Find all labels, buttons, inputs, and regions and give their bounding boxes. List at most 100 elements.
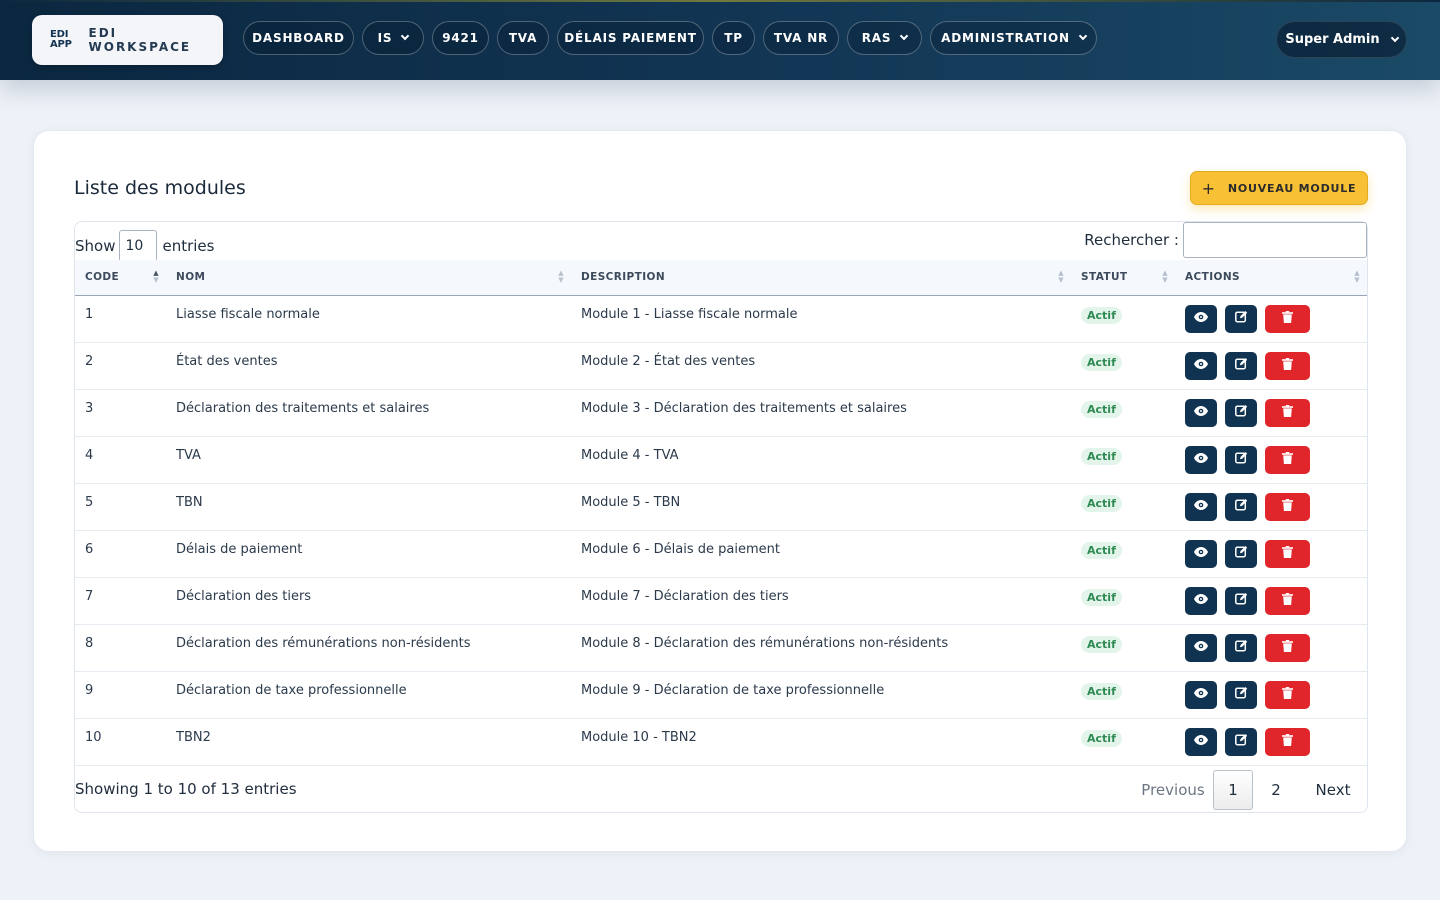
column-header-code[interactable]: CODE ▲ ▼ xyxy=(75,260,166,296)
table-row: 3 Déclaration des traitements et salaires… xyxy=(75,389,1367,436)
cell-statut: Actif xyxy=(1071,295,1175,342)
cell-description: Module 2 - État des ventes xyxy=(581,353,756,369)
edit-button[interactable] xyxy=(1225,633,1257,662)
view-button[interactable] xyxy=(1185,727,1217,756)
edit-button[interactable] xyxy=(1225,492,1257,521)
eye-icon xyxy=(1194,311,1208,326)
pagination-previous[interactable]: Previous xyxy=(1133,770,1213,810)
edit-button[interactable] xyxy=(1225,304,1257,333)
table-row: 6 Délais de paiement Module 6 - Délais de … xyxy=(75,530,1367,577)
cell-description: Module 7 - Déclaration des tiers xyxy=(581,588,789,604)
column-header-description[interactable]: DESCRIPTION ▲ ▼ xyxy=(571,260,1071,296)
sort-icon: ▲ ▼ xyxy=(558,269,564,284)
column-header-actions[interactable]: ACTIONS ▲ ▼ xyxy=(1175,260,1367,296)
edit-icon xyxy=(1234,545,1248,562)
trash-icon xyxy=(1282,639,1293,656)
nav-ras-label: RAS xyxy=(861,31,892,45)
cell-nom: Déclaration de taxe professionnelle xyxy=(176,682,407,698)
new-module-button[interactable]: + NOUVEAU MODULE xyxy=(1190,171,1368,205)
cell-nom: Délais de paiement xyxy=(176,541,303,557)
view-button[interactable] xyxy=(1185,351,1217,380)
edit-icon xyxy=(1234,357,1248,374)
column-header-nom[interactable]: NOM ▲ ▼ xyxy=(166,260,571,296)
trash-icon xyxy=(1282,451,1293,468)
nav-delais-paiement[interactable]: DÉLAIS PAIEMENT xyxy=(557,21,704,55)
delete-button[interactable] xyxy=(1265,633,1310,662)
page-length-select[interactable]: 10 xyxy=(119,230,158,262)
view-button[interactable] xyxy=(1185,539,1217,568)
nav-administration-label: ADMINISTRATION xyxy=(941,31,1070,45)
delete-button[interactable] xyxy=(1265,351,1310,380)
new-module-button-label: NOUVEAU MODULE xyxy=(1227,181,1357,195)
delete-button[interactable] xyxy=(1265,680,1310,709)
status-badge: Actif xyxy=(1081,400,1122,418)
view-button[interactable] xyxy=(1185,304,1217,333)
delete-button[interactable] xyxy=(1265,398,1310,427)
delete-button[interactable] xyxy=(1265,586,1310,615)
view-button[interactable] xyxy=(1185,680,1217,709)
cell-code: 10 xyxy=(85,729,102,745)
nav-9421[interactable]: 9421 xyxy=(432,21,489,55)
edit-button[interactable] xyxy=(1225,539,1257,568)
row-actions xyxy=(1185,586,1367,615)
row-actions xyxy=(1185,727,1367,756)
nav-is[interactable]: IS xyxy=(362,21,424,55)
nav-tva[interactable]: TVA xyxy=(497,21,549,55)
table-header-row: CODE ▲ ▼ NOM ▲ ▼ DESCRIPTION ▲ ▼ STATUT ▲ ▼ xyxy=(75,260,1367,296)
edit-button[interactable] xyxy=(1225,351,1257,380)
edit-button[interactable] xyxy=(1225,680,1257,709)
chevron-down-icon xyxy=(1078,31,1088,41)
trash-icon xyxy=(1282,498,1293,515)
table-body: 1 Liasse fiscale normale Module 1 - Liasse… xyxy=(75,295,1367,765)
pagination-page-1[interactable]: 1 xyxy=(1213,770,1253,810)
status-badge: Actif xyxy=(1081,353,1122,371)
cell-nom: TBN xyxy=(176,494,203,510)
eye-icon xyxy=(1194,546,1208,561)
nav-ras[interactable]: RAS xyxy=(847,21,922,55)
sort-icon: ▲ ▼ xyxy=(1162,269,1168,284)
column-code-label: CODE xyxy=(85,271,120,284)
table-row: 9 Déclaration de taxe professionnelle Modu… xyxy=(75,671,1367,718)
delete-button[interactable] xyxy=(1265,492,1310,521)
column-statut-label: STATUT xyxy=(1081,271,1128,284)
edit-icon xyxy=(1234,498,1248,515)
view-button[interactable] xyxy=(1185,633,1217,662)
brand-logo-link[interactable]: EDI APP EDI WORKSPACE xyxy=(32,15,223,65)
view-button[interactable] xyxy=(1185,445,1217,474)
view-button[interactable] xyxy=(1185,492,1217,521)
brand-name: EDI WORKSPACE xyxy=(88,26,192,54)
nav-administration[interactable]: ADMINISTRATION xyxy=(930,21,1097,55)
cell-nom: Liasse fiscale normale xyxy=(176,306,320,322)
search-input[interactable] xyxy=(1183,222,1367,258)
cell-code: 7 xyxy=(85,588,94,604)
cell-nom: Déclaration des rémunérations non-réside… xyxy=(176,635,471,651)
view-button[interactable] xyxy=(1185,586,1217,615)
pagination-next[interactable]: Next xyxy=(1299,770,1367,810)
edit-button[interactable] xyxy=(1225,398,1257,427)
cell-code: 9 xyxy=(85,682,94,698)
cell-nom: État des ventes xyxy=(176,353,278,369)
table-row: 1 Liasse fiscale normale Module 1 - Liasse… xyxy=(75,295,1367,342)
row-actions xyxy=(1185,304,1367,333)
edit-button[interactable] xyxy=(1225,445,1257,474)
cell-statut: Actif xyxy=(1071,389,1175,436)
nav-dashboard[interactable]: DASHBOARD xyxy=(243,21,354,55)
page-length-control: Show 10 entries xyxy=(75,230,214,262)
nav-tva-nr[interactable]: TVA NR xyxy=(763,21,839,55)
page-title: Liste des modules xyxy=(74,177,246,199)
user-menu[interactable]: Super Admin xyxy=(1276,21,1407,58)
edit-button[interactable] xyxy=(1225,586,1257,615)
eye-icon xyxy=(1194,358,1208,373)
cell-actions xyxy=(1175,389,1367,436)
status-badge: Actif xyxy=(1081,306,1122,324)
delete-button[interactable] xyxy=(1265,539,1310,568)
delete-button[interactable] xyxy=(1265,304,1310,333)
column-header-statut[interactable]: STATUT ▲ ▼ xyxy=(1071,260,1175,296)
delete-button[interactable] xyxy=(1265,445,1310,474)
delete-button[interactable] xyxy=(1265,727,1310,756)
view-button[interactable] xyxy=(1185,398,1217,427)
cell-nom: TVA xyxy=(176,447,201,463)
edit-button[interactable] xyxy=(1225,727,1257,756)
pagination-page-2[interactable]: 2 xyxy=(1253,770,1299,810)
nav-tp[interactable]: TP xyxy=(712,21,755,55)
